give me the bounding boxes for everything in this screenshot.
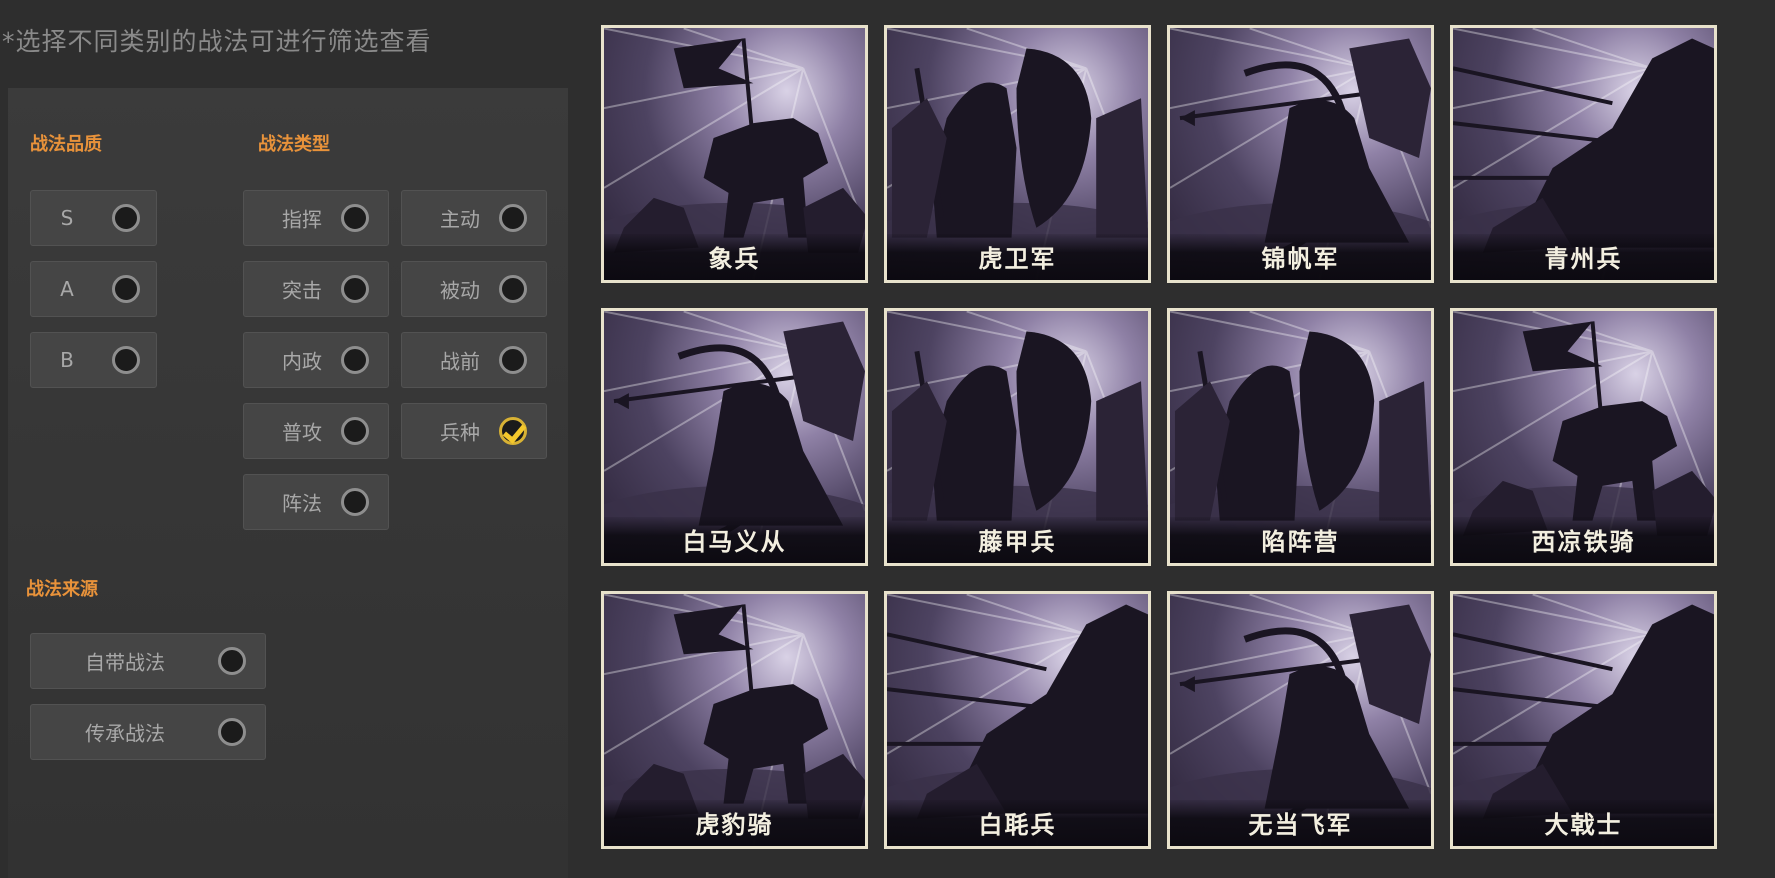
radio-icon[interactable] — [341, 346, 369, 374]
filter-option-type-7[interactable]: 兵种 — [401, 403, 547, 459]
filter-option-label: 战前 — [440, 349, 480, 374]
tactic-card[interactable]: 白马义从 — [601, 308, 868, 566]
filter-option-quality-1[interactable]: A — [30, 261, 157, 317]
filter-option-type-3[interactable]: 被动 — [401, 261, 547, 317]
tactic-card-name: 陷阵营 — [1170, 517, 1431, 563]
radio-icon[interactable] — [218, 647, 246, 675]
tactic-card[interactable]: 虎卫军 — [884, 25, 1151, 283]
radio-icon[interactable] — [341, 488, 369, 516]
filter-option-label: S — [60, 206, 74, 230]
quality-title: 战法品质 — [30, 134, 102, 155]
filter-option-type-0[interactable]: 指挥 — [243, 190, 389, 246]
tactic-card[interactable]: 大戟士 — [1450, 591, 1717, 849]
filter-option-label: 传承战法 — [85, 721, 165, 746]
filter-option-label: 阵法 — [282, 491, 322, 516]
filter-option-type-2[interactable]: 突击 — [243, 261, 389, 317]
radio-icon[interactable] — [112, 275, 140, 303]
tactic-card-name: 无当飞军 — [1170, 800, 1431, 846]
filter-option-label: 指挥 — [282, 207, 322, 232]
radio-icon[interactable] — [112, 204, 140, 232]
filter-option-source-0[interactable]: 自带战法 — [30, 633, 266, 689]
tactic-card-name: 虎卫军 — [887, 234, 1148, 280]
tactic-card[interactable]: 青州兵 — [1450, 25, 1717, 283]
radio-icon[interactable] — [499, 204, 527, 232]
filter-option-label: 内政 — [282, 349, 322, 374]
radio-icon[interactable] — [499, 346, 527, 374]
filter-option-type-6[interactable]: 普攻 — [243, 403, 389, 459]
filter-option-type-4[interactable]: 内政 — [243, 332, 389, 388]
tactic-card[interactable]: 象兵 — [601, 25, 868, 283]
tactic-card-name: 虎豹骑 — [604, 800, 865, 846]
radio-icon[interactable] — [341, 417, 369, 445]
filter-panel: 战法品质 战法类型 战法来源 S A B 指挥 主动突击 被动内政 战前普攻 兵种阵法自带战法… — [8, 88, 568, 878]
tactic-card[interactable]: 无当飞军 — [1167, 591, 1434, 849]
tactic-card[interactable]: 虎豹骑 — [601, 591, 868, 849]
filter-hint: *选择不同类别的战法可进行筛选查看 — [2, 27, 432, 56]
radio-icon[interactable] — [499, 275, 527, 303]
filter-option-label: 普攻 — [282, 420, 322, 445]
radio-icon[interactable] — [341, 275, 369, 303]
tactic-card[interactable]: 陷阵营 — [1167, 308, 1434, 566]
tactic-card-name: 白毦兵 — [887, 800, 1148, 846]
radio-icon[interactable] — [112, 346, 140, 374]
filter-option-label: 兵种 — [440, 420, 480, 445]
tactic-card[interactable]: 锦帆军 — [1167, 25, 1434, 283]
type-title: 战法类型 — [258, 134, 330, 155]
filter-option-quality-2[interactable]: B — [30, 332, 157, 388]
tactic-card-name: 青州兵 — [1453, 234, 1714, 280]
filter-option-label: 自带战法 — [85, 650, 165, 675]
radio-icon[interactable] — [218, 718, 246, 746]
filter-option-label: 被动 — [440, 278, 480, 303]
filter-option-label: A — [60, 277, 74, 301]
tactic-card-name: 白马义从 — [604, 517, 865, 563]
filter-option-quality-0[interactable]: S — [30, 190, 157, 246]
source-title: 战法来源 — [26, 579, 98, 600]
filter-option-source-1[interactable]: 传承战法 — [30, 704, 266, 760]
tactic-card-name: 西凉铁骑 — [1453, 517, 1714, 563]
filter-option-type-8[interactable]: 阵法 — [243, 474, 389, 530]
tactic-card[interactable]: 藤甲兵 — [884, 308, 1151, 566]
checkmark-icon[interactable] — [499, 417, 527, 445]
filter-option-type-5[interactable]: 战前 — [401, 332, 547, 388]
filter-option-label: 主动 — [440, 207, 480, 232]
radio-icon[interactable] — [341, 204, 369, 232]
filter-option-label: 突击 — [282, 278, 322, 303]
tactic-card-name: 象兵 — [604, 234, 865, 280]
tactic-card-name: 锦帆军 — [1170, 234, 1431, 280]
filter-option-type-1[interactable]: 主动 — [401, 190, 547, 246]
tactic-card-name: 藤甲兵 — [887, 517, 1148, 563]
tactic-card[interactable]: 白毦兵 — [884, 591, 1151, 849]
filter-option-label: B — [60, 348, 74, 372]
tactic-card-name: 大戟士 — [1453, 800, 1714, 846]
tactic-card[interactable]: 西凉铁骑 — [1450, 308, 1717, 566]
